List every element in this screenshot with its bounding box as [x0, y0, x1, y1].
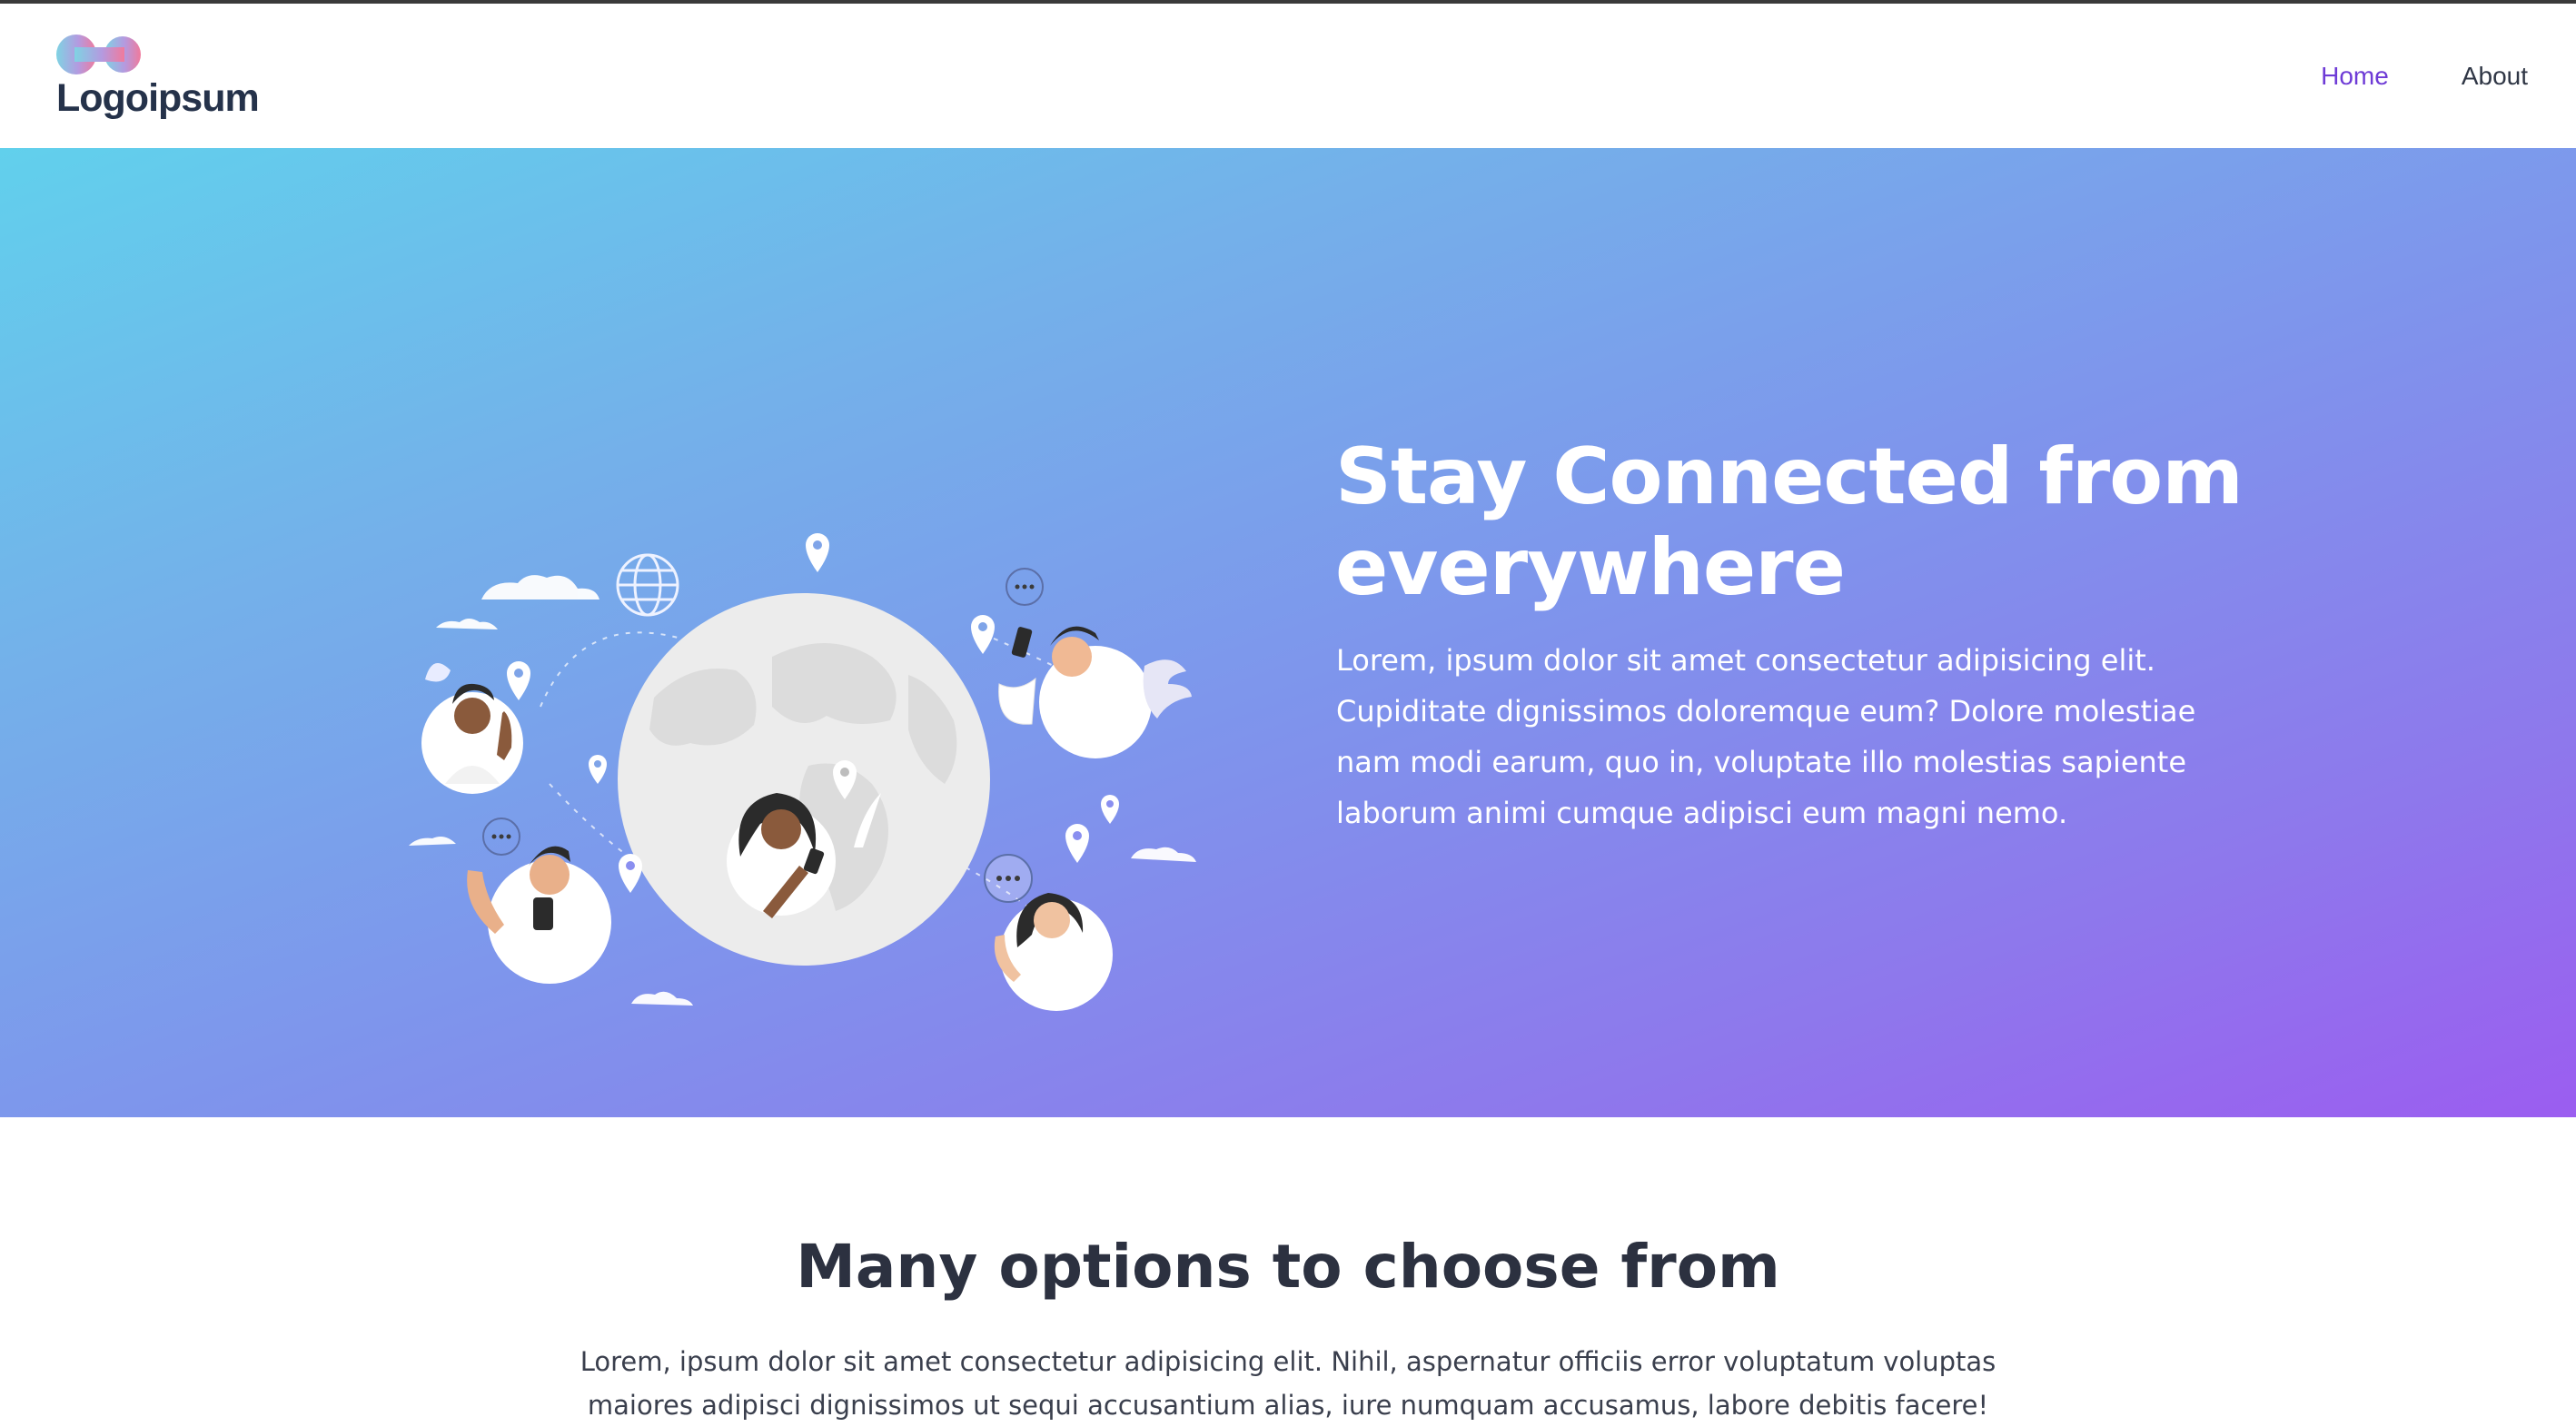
logo[interactable]: Logoipsum [56, 33, 265, 124]
hero-title: Stay Connected from everywhere [1335, 431, 2244, 613]
options-description: Lorem, ipsum dolor sit amet consectetur … [580, 1346, 1996, 1421]
options-title: Many options to choose from [796, 1232, 1780, 1302]
hero-description: Lorem, ipsum dolor sit amet consectetur … [1336, 643, 2196, 830]
logo-text: Logoipsum [56, 76, 260, 120]
nav-about-link[interactable]: About [2462, 62, 2528, 91]
person-avatar-right-bottom [984, 854, 1113, 1011]
person-avatar-left-top [421, 663, 523, 794]
hero-section: Stay Connected from everywhere Lorem, ip… [0, 148, 2576, 1117]
person-avatar-left-bottom [467, 818, 611, 984]
nav-home-link[interactable]: Home [2321, 62, 2389, 91]
main-nav: Home About [2321, 62, 2528, 91]
wire-globe-icon [616, 553, 679, 617]
site-header: Logoipsum Home About [0, 4, 2576, 148]
person-avatar-right-top [998, 568, 1192, 758]
globe-with-people-illustration [409, 533, 1196, 1011]
logo-mark-icon [56, 35, 141, 74]
